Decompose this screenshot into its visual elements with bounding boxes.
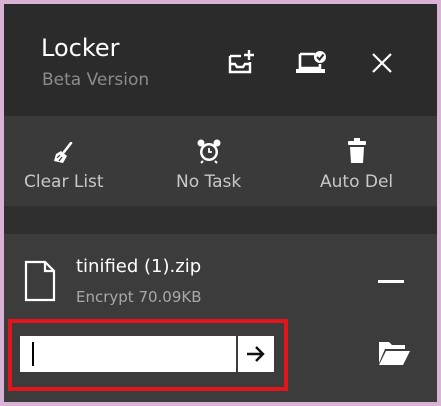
- locker-window: Locker Beta Version Clear List No Task A…: [4, 4, 437, 402]
- title-bar: Locker Beta Version: [4, 4, 437, 116]
- toolbar: Clear List No Task Auto Del: [4, 116, 437, 206]
- text-caret: [32, 342, 34, 366]
- file-list-item: tinified (1).zip Encrypt 70.09KB: [4, 234, 437, 402]
- file-meta: Encrypt 70.09KB: [76, 288, 202, 306]
- close-button[interactable]: [363, 44, 401, 82]
- password-input[interactable]: [20, 336, 236, 372]
- submit-button[interactable]: [238, 336, 274, 372]
- file-name: tinified (1).zip: [76, 256, 202, 277]
- broom-icon: [53, 142, 73, 163]
- open-folder-button[interactable]: [377, 339, 411, 371]
- alarm-clock-icon: [197, 139, 221, 164]
- file-icon: [24, 260, 56, 302]
- laptop-check-button[interactable]: [292, 44, 330, 82]
- arrow-right-icon: [247, 346, 265, 362]
- add-tray-button[interactable]: [222, 44, 260, 82]
- no-task-button[interactable]: No Task: [176, 116, 241, 206]
- tray-add-icon: [228, 50, 254, 74]
- auto-del-button[interactable]: Auto Del: [320, 116, 393, 206]
- app-title: Locker: [41, 34, 120, 62]
- no-task-label: No Task: [176, 172, 242, 192]
- clear-list-button[interactable]: Clear List: [24, 116, 104, 206]
- separator: [4, 206, 437, 234]
- collapse-button[interactable]: [378, 280, 404, 283]
- clear-list-label: Clear List: [24, 172, 104, 192]
- auto-del-label: Auto Del: [320, 172, 394, 192]
- close-icon: [372, 53, 392, 73]
- app-subtitle: Beta Version: [42, 70, 150, 90]
- folder-icon: [379, 342, 410, 365]
- trash-icon: [347, 138, 366, 163]
- laptop-check-icon: [296, 51, 326, 73]
